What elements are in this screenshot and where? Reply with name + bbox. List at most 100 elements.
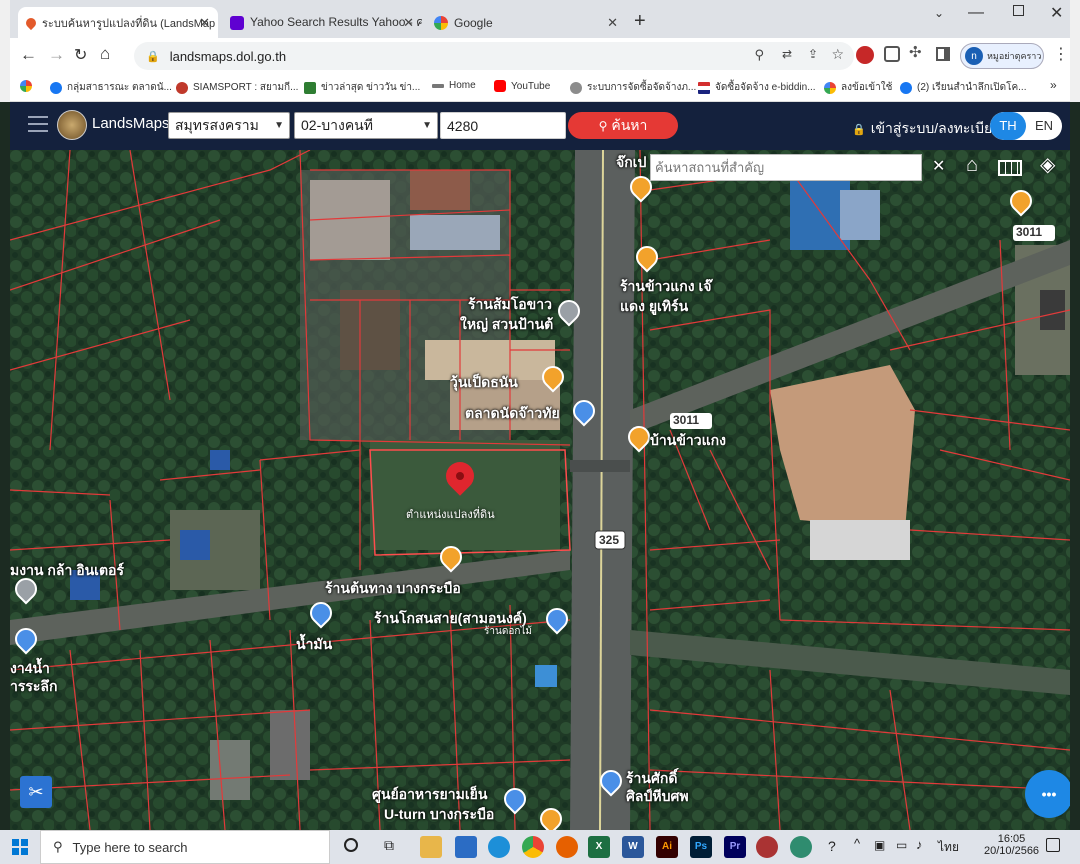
sidebar-icon[interactable] (936, 47, 950, 61)
file-explorer-icon[interactable] (420, 836, 442, 858)
network-icon[interactable]: ▭ (896, 838, 907, 852)
chevron-down-icon: ▼ (274, 120, 284, 131)
more-options-fab[interactable]: ••• (1025, 770, 1070, 818)
extension-icon[interactable] (856, 46, 874, 64)
app-icon[interactable] (756, 836, 778, 858)
tab-yahoo[interactable]: Yahoo Search Results Yahoo - ค ✕ (222, 7, 422, 38)
login-link[interactable]: 🔒 เข้าสู่ระบบ/ลงทะเบียน (852, 118, 1002, 140)
windows-start-icon[interactable] (12, 839, 28, 855)
layers-icon[interactable]: ◈ (1040, 152, 1055, 177)
address-bar[interactable]: 🔒 landsmaps.dol.go.th ⚲ ⇄ ⇪ ☆ (134, 42, 854, 70)
close-tab-icon[interactable]: ✕ (607, 15, 618, 31)
bookmarks-overflow[interactable]: » (1050, 78, 1057, 92)
tray-chevron-icon[interactable]: ^ (854, 836, 860, 851)
task-view-icon[interactable]: ⧉ (384, 837, 394, 854)
parcel-number-input[interactable]: 4280 (440, 112, 566, 139)
firefox-icon[interactable] (556, 836, 578, 858)
clear-search-icon[interactable]: ✕ (932, 156, 945, 176)
taskbar-search-input[interactable]: ⚲ Type here to search (40, 830, 330, 864)
illustrator-icon[interactable]: Ai (656, 836, 678, 858)
location-icon[interactable]: ⚲ (754, 47, 764, 63)
poi-label: ร้านดอกไม้ (484, 626, 532, 637)
bookmark-item[interactable]: จัดซื้อจัดจ้าง e-biddin... (698, 80, 816, 95)
word-icon[interactable]: W (622, 836, 644, 858)
bookmark-item[interactable]: ลงข้อเข้าใช้ (824, 80, 892, 95)
satellite-map[interactable]: 3011 3011 325 จ๊กเป ร้านส้มโอขาว ใหญ่ สว… (10, 150, 1070, 830)
app-icon[interactable] (790, 836, 812, 858)
mail-icon[interactable] (455, 836, 477, 858)
forward-icon[interactable]: → (48, 45, 65, 65)
dol-seal-logo (57, 110, 87, 140)
tab-title: Yahoo Search Results Yahoo - ค (250, 15, 422, 29)
bookmark-star-icon[interactable]: ☆ (831, 46, 844, 63)
menu-kebab-icon[interactable]: ⋮ (1053, 44, 1069, 64)
apps-google-icon[interactable] (20, 80, 37, 92)
volume-icon[interactable]: ♪ (916, 837, 923, 852)
bookmark-item[interactable]: กลุ่มสาธารณะ ตลาดนั... (50, 80, 172, 95)
share-icon[interactable]: ⇪ (808, 47, 818, 61)
clock[interactable]: 16:05 20/10/2566 (984, 833, 1039, 857)
lock-icon: 🔒 (852, 123, 866, 136)
edge-icon[interactable] (488, 836, 510, 858)
facebook-icon (50, 81, 62, 94)
clock-time: 16:05 (997, 833, 1026, 845)
bookmark-item[interactable]: (2) เรียนสำนำลึกเปิดโค... (900, 80, 1027, 95)
marker-dot (456, 472, 464, 480)
google-icon (824, 81, 836, 94)
landmark-search-input[interactable]: ค้นหาสถานที่สำคัญ (650, 154, 922, 181)
lang-th-button[interactable]: TH (990, 112, 1026, 140)
bookmark-item[interactable]: ระบบการจัดซื้อจัดจ้างภ... (570, 80, 696, 95)
procurement-icon (570, 81, 582, 94)
tab-list-icon[interactable]: ⌄ (934, 6, 944, 20)
close-window-button[interactable]: ✕ (1050, 3, 1063, 23)
bookmark-item[interactable]: SIAMSPORT : สยามกี... (176, 80, 298, 95)
cortana-icon[interactable] (344, 838, 358, 852)
chrome-icon[interactable] (522, 836, 544, 858)
language-indicator[interactable]: ไทย (938, 838, 959, 857)
home-icon[interactable]: ⌂ (100, 44, 110, 64)
photoshop-icon[interactable]: Ps (690, 836, 712, 858)
home-view-icon[interactable]: ⌂ (966, 154, 990, 178)
home-bookmark-icon (432, 83, 444, 88)
premiere-icon[interactable]: Pr (724, 836, 746, 858)
language-toggle: TH EN (990, 112, 1062, 140)
reload-icon[interactable]: ↻ (74, 45, 87, 65)
close-tab-icon[interactable]: ✕ (199, 15, 210, 31)
windows-taskbar: ⚲ Type here to search ⧉ X W Ai Ps Pr ? ^ … (0, 830, 1080, 864)
bookmark-item[interactable]: ข่าวล่าสุด ข่าววัน ข่า... (304, 80, 420, 95)
poi-label: น้ำมัน (296, 636, 333, 652)
province-select[interactable]: สมุทรสงคราม ▼ (168, 112, 290, 139)
facebook-icon (900, 81, 912, 94)
tray-app-icon[interactable]: ▣ (874, 838, 885, 852)
tab-landsmaps[interactable]: ระบบค้นหารูปแปลงที่ดิน (LandsMap ✕ (18, 7, 218, 38)
tab-google[interactable]: Google ✕ (426, 7, 626, 38)
grid-overlay-icon[interactable] (998, 160, 1022, 176)
close-tab-icon[interactable]: ✕ (403, 15, 414, 31)
minimize-button[interactable]: — (968, 4, 984, 22)
help-icon[interactable]: ? (828, 838, 836, 854)
maximize-button[interactable] (1013, 5, 1024, 16)
excel-icon[interactable]: X (588, 836, 610, 858)
url-text: landsmaps.dol.go.th (169, 48, 287, 64)
back-icon[interactable]: ← (20, 45, 37, 65)
puzzle-icon[interactable]: ✣ (909, 43, 922, 61)
google-icon (434, 15, 448, 30)
avatar: n (965, 47, 983, 65)
translate-icon[interactable]: ⇄ (782, 47, 792, 61)
lang-en-button[interactable]: EN (1026, 112, 1062, 140)
bookmark-item[interactable]: YouTube (494, 80, 550, 92)
hamburger-menu-icon[interactable] (28, 116, 48, 132)
map-pin-icon (23, 15, 39, 30)
tools-icon[interactable]: ✂ (20, 776, 52, 808)
district-select[interactable]: 02-บางคนที ▼ (294, 112, 438, 139)
lock-icon: 🔒 (146, 50, 160, 63)
profile-chip[interactable]: n หมูอย่าตุคราว (960, 43, 1044, 69)
bookmarks-bar: กลุ่มสาธารณะ ตลาดนั... SIAMSPORT : สยามก… (10, 74, 1070, 102)
tab-title: ระบบค้นหารูปแปลงที่ดิน (LandsMap (42, 17, 216, 30)
search-button[interactable]: ⚲ ค้นหา (568, 112, 678, 139)
bookmark-item[interactable]: Home (432, 80, 476, 91)
notifications-icon[interactable] (1046, 838, 1060, 852)
poi-label: มงาน กล้า อินเตอร์ (10, 562, 124, 578)
extension-square-icon[interactable] (884, 46, 900, 62)
new-tab-button[interactable]: + (634, 10, 646, 33)
